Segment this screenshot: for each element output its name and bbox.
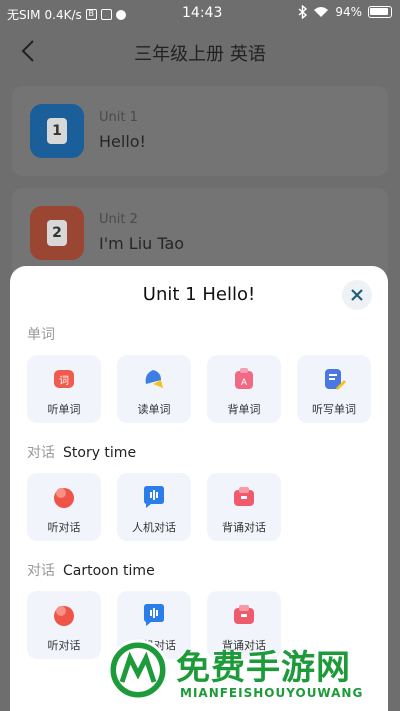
- status-left: 无SIM 0.4K/s B: [7, 6, 126, 23]
- word-listen-icon: 词: [54, 370, 74, 388]
- bluetooth-icon: [298, 5, 308, 19]
- tile-memorize-words[interactable]: A 背单词: [207, 355, 281, 423]
- tile-story-ai-dialog[interactable]: 人机对话: [117, 473, 191, 541]
- unit-1-badge: 1: [30, 104, 84, 158]
- clock: 14:43: [182, 5, 223, 21]
- word-read-icon: [145, 370, 163, 388]
- section-cartoon-sub: Cartoon time: [63, 563, 155, 579]
- section-words-label: 单词: [27, 327, 55, 343]
- section-words-header: 单词: [27, 324, 55, 344]
- more-notification-icon: [115, 9, 126, 20]
- unit-2-name: Unit 2: [99, 212, 138, 227]
- tile-listen-words[interactable]: 词 听单词: [27, 355, 101, 423]
- close-button[interactable]: [342, 280, 372, 310]
- svg-text:词: 词: [59, 375, 69, 387]
- dialog-ai-icon: [144, 604, 164, 626]
- screenshot-notification-icon: [100, 9, 112, 20]
- section-story-sub: Story time: [63, 445, 137, 461]
- tile-cartoon-listen[interactable]: 听对话: [27, 591, 101, 659]
- section-cartoon-label: 对话: [27, 563, 55, 579]
- close-icon: [351, 289, 363, 301]
- tile-label: 听对话: [47, 521, 81, 534]
- tile-label: 听写单词: [312, 403, 356, 416]
- wifi-icon: [314, 7, 329, 17]
- tile-label: 人机对话: [132, 521, 176, 534]
- unit-1-name: Unit 1: [99, 110, 138, 125]
- tile-label: 读单词: [137, 403, 171, 416]
- unit-1-title: Hello!: [99, 132, 146, 151]
- dialog-recite-icon: [234, 487, 254, 506]
- network-speed: 0.4K/s: [44, 7, 82, 22]
- tile-read-words[interactable]: 读单词: [117, 355, 191, 423]
- section-cartoon-header: 对话 Cartoon time: [27, 560, 155, 580]
- tile-label: 听单词: [47, 403, 81, 416]
- watermark: 免费手游网 MIANFEISHOUYOUWANG: [106, 638, 396, 708]
- tile-label: 背单词: [227, 403, 261, 416]
- word-dictation-icon: [325, 369, 346, 390]
- unit-2-badge: 2: [30, 206, 84, 260]
- unit-1-number: 1: [47, 118, 67, 144]
- section-story-header: 对话 Story time: [27, 442, 136, 462]
- unit-card-2[interactable]: 2 Unit 2 I'm Liu Tao: [12, 188, 388, 278]
- dialog-recite-icon: [234, 605, 254, 624]
- status-right: 94%: [298, 5, 392, 19]
- tile-story-listen[interactable]: 听对话: [27, 473, 101, 541]
- unit-2-title: I'm Liu Tao: [99, 234, 185, 253]
- battery-icon: [368, 6, 392, 18]
- unit-2-number: 2: [47, 220, 67, 246]
- tile-label: 背诵对话: [222, 521, 266, 534]
- carrier-label: 无SIM: [7, 8, 41, 22]
- watermark-text: 免费手游网: [176, 648, 351, 688]
- page-title: 三年级上册 英语: [134, 44, 266, 65]
- nav-bar: 三年级上册 英语: [0, 28, 400, 74]
- word-memorize-icon: A: [235, 368, 253, 389]
- tile-dictation-words[interactable]: 听写单词: [297, 355, 371, 423]
- dialog-listen-icon: [54, 488, 74, 508]
- unit-card-1[interactable]: 1 Unit 1 Hello!: [12, 86, 388, 176]
- sheet-title: Unit 1 Hello!: [142, 284, 256, 305]
- tile-label: 听对话: [47, 639, 81, 652]
- section-story-label: 对话: [27, 445, 55, 461]
- battery-percent: 94%: [335, 5, 362, 19]
- status-bar: 无SIM 0.4K/s B 14:43 94%: [0, 0, 400, 28]
- tile-story-recite[interactable]: 背诵对话: [207, 473, 281, 541]
- svg-text:A: A: [241, 378, 248, 388]
- watermark-subtext: MIANFEISHOUYOUWANG: [180, 686, 364, 700]
- watermark-logo-icon: [107, 639, 169, 701]
- app-notification-icon: B: [85, 9, 97, 20]
- dialog-listen-icon: [54, 606, 74, 626]
- dialog-ai-icon: [144, 486, 164, 508]
